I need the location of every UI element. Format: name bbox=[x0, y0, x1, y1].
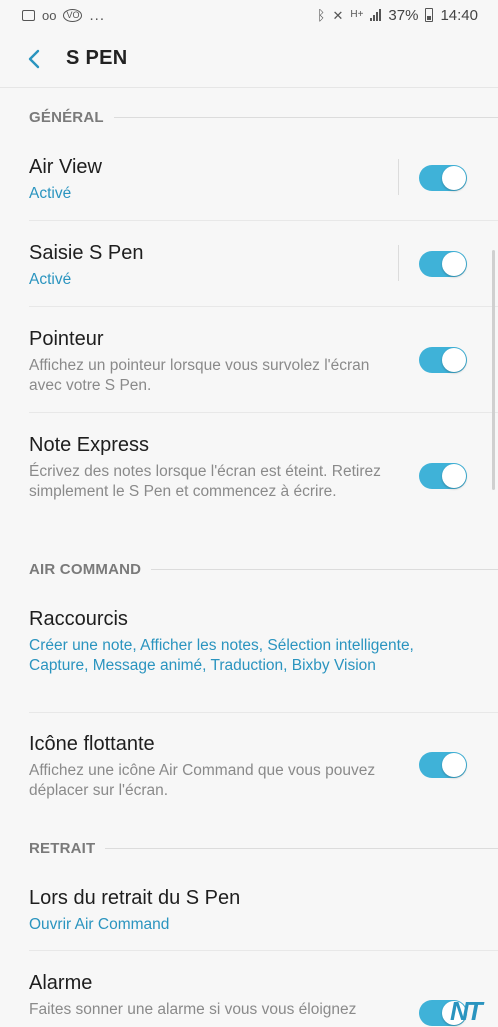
battery-percent: 37% bbox=[388, 6, 419, 24]
list-divider bbox=[29, 412, 498, 413]
page-title: S PEN bbox=[66, 47, 128, 69]
signal-icon bbox=[370, 9, 382, 21]
section-divider bbox=[105, 847, 498, 849]
more-notifications: ... bbox=[89, 6, 105, 24]
setting-raccourcis[interactable]: Raccourcis Créer une note, Afficher les … bbox=[29, 606, 498, 676]
scrollbar[interactable] bbox=[492, 250, 495, 490]
toggle-knob bbox=[442, 348, 466, 372]
setting-subtitle: Créer une note, Afficher les notes, Séle… bbox=[29, 637, 414, 674]
clock: 14:40 bbox=[440, 6, 478, 24]
saisie-s-pen-toggle[interactable] bbox=[419, 251, 467, 277]
setting-title: Note Express bbox=[29, 434, 150, 456]
air-view-toggle[interactable] bbox=[419, 165, 467, 191]
setting-title: Lors du retrait du S Pen bbox=[29, 887, 241, 909]
status-bar: oo VO ... ᛒ ✕ H+ 37% 14:40 bbox=[0, 0, 498, 30]
section-divider bbox=[113, 116, 498, 118]
toggle-knob bbox=[442, 464, 466, 488]
section-title: GÉNÉRAL bbox=[29, 108, 104, 126]
list-divider bbox=[29, 306, 498, 307]
toggle-knob bbox=[442, 753, 466, 777]
section-divider bbox=[151, 568, 498, 570]
toggle-separator bbox=[398, 159, 399, 195]
back-button[interactable] bbox=[6, 30, 62, 88]
section-header-retrait: RETRAIT bbox=[29, 837, 498, 859]
section-header-general: GÉNÉRAL bbox=[29, 106, 498, 128]
status-right: ᛒ ✕ H+ 37% 14:40 bbox=[317, 7, 478, 24]
pointeur-toggle[interactable] bbox=[419, 347, 467, 373]
setting-subtitle: Activé bbox=[29, 271, 72, 288]
section-title: RETRAIT bbox=[29, 839, 96, 857]
data-icon: H+ bbox=[350, 9, 364, 20]
setting-title: Alarme bbox=[29, 972, 93, 994]
toggle-knob bbox=[442, 166, 466, 190]
voicemail-icon: oo bbox=[42, 7, 57, 23]
list-divider bbox=[29, 950, 498, 951]
setting-subtitle: Affichez une icône Air Command que vous … bbox=[29, 762, 376, 799]
back-arrow-icon bbox=[28, 49, 40, 68]
status-left: oo VO ... bbox=[22, 7, 105, 24]
section-title: AIR COMMAND bbox=[29, 560, 142, 578]
note-express-toggle[interactable] bbox=[419, 463, 467, 489]
setting-subtitle: Écrivez des notes lorsque l'écran est ét… bbox=[29, 463, 381, 500]
setting-subtitle: Faites sonner une alarme si vous vous él… bbox=[29, 1001, 357, 1018]
toggle-knob bbox=[442, 252, 466, 276]
vo-icon: VO bbox=[63, 8, 83, 22]
icone-flottante-toggle[interactable] bbox=[419, 752, 467, 778]
setting-title: Raccourcis bbox=[29, 608, 128, 630]
app-bar: S PEN bbox=[0, 30, 498, 88]
list-divider bbox=[29, 220, 498, 221]
mute-icon: ✕ bbox=[332, 7, 344, 23]
bluetooth-icon: ᛒ bbox=[317, 7, 326, 23]
setting-subtitle: Ouvrir Air Command bbox=[29, 916, 170, 933]
list-divider bbox=[29, 712, 498, 713]
setting-subtitle: Affichez un pointeur lorsque vous survol… bbox=[29, 357, 370, 394]
watermark-logo: NT bbox=[450, 996, 483, 1026]
image-icon bbox=[22, 9, 35, 21]
toggle-separator bbox=[398, 245, 399, 281]
battery-icon bbox=[425, 8, 434, 22]
setting-subtitle: Activé bbox=[29, 185, 72, 202]
setting-lors-du-retrait[interactable]: Lors du retrait du S Pen Ouvrir Air Comm… bbox=[29, 885, 498, 935]
section-header-air-command: AIR COMMAND bbox=[29, 558, 498, 580]
